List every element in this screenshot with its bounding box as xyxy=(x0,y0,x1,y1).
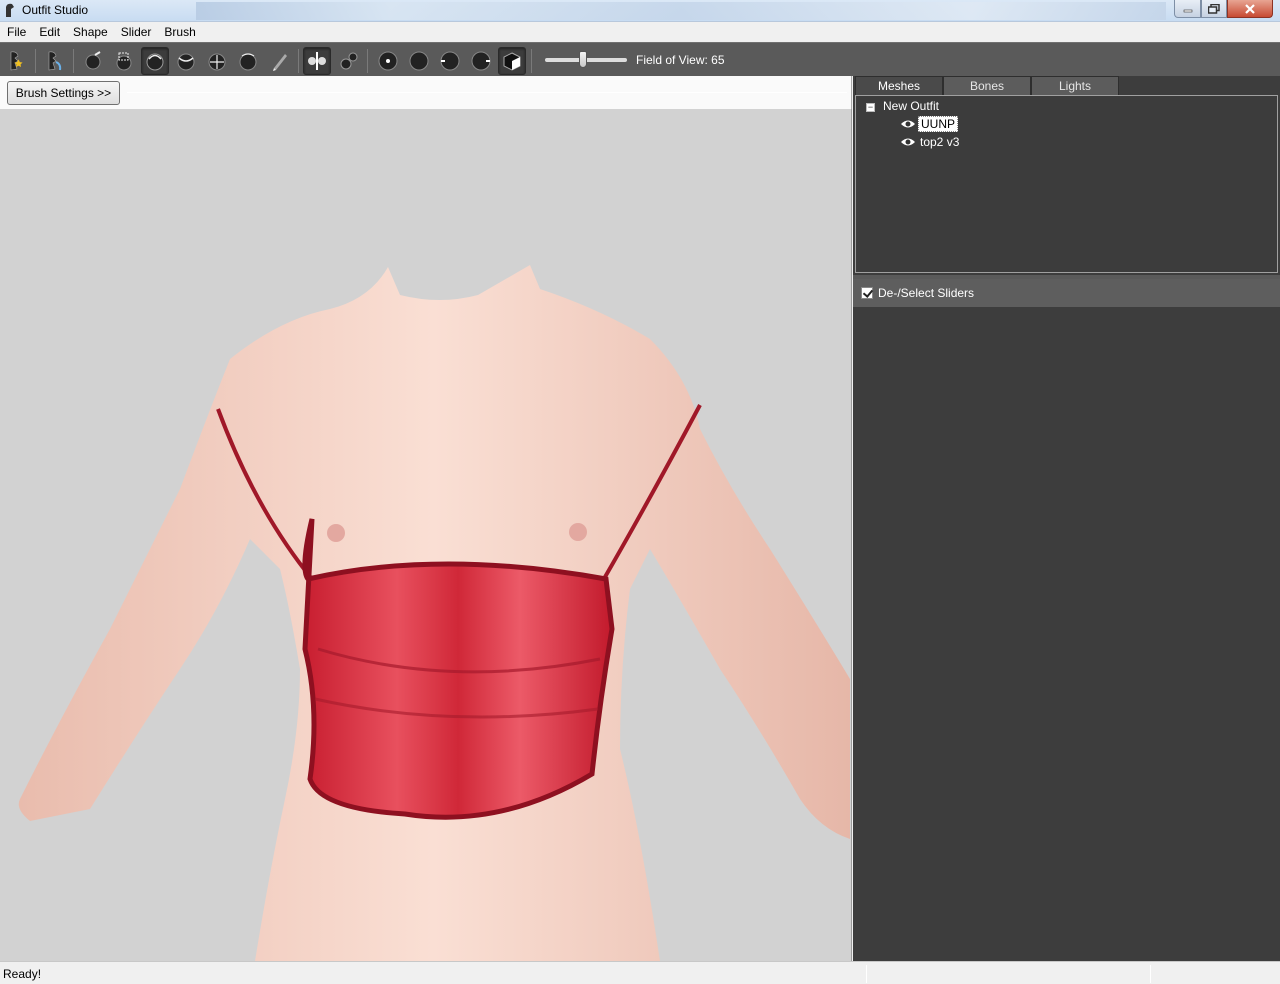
close-button[interactable] xyxy=(1227,0,1273,18)
tree-item-uunp[interactable]: UUNP xyxy=(900,116,959,132)
connected-only-button[interactable] xyxy=(335,47,363,75)
deselect-sliders-checkbox[interactable] xyxy=(861,287,873,299)
close-icon xyxy=(1245,3,1255,14)
fov-label: Field of View: 65 xyxy=(636,53,725,67)
brush-settings-button[interactable]: Brush Settings >> xyxy=(7,81,120,105)
eye-icon[interactable] xyxy=(900,136,916,148)
tree-item-top2[interactable]: top2 v3 xyxy=(900,134,961,150)
texture-view-button[interactable] xyxy=(467,47,495,75)
slider-header: De-/Select Sliders xyxy=(853,279,1280,307)
menu-bar: File Edit Shape Slider Brush xyxy=(0,22,1280,42)
mask-brush-icon xyxy=(85,51,101,70)
texture-view-icon xyxy=(471,51,491,71)
title-bar: Outfit Studio xyxy=(0,0,1280,22)
menu-slider[interactable]: Slider xyxy=(114,22,158,42)
collapse-icon[interactable]: − xyxy=(866,102,875,112)
move-brush-button[interactable] xyxy=(203,47,231,75)
brush-settings-strip: Brush Settings >> xyxy=(0,76,852,109)
weight-brush-icon xyxy=(273,54,287,71)
wireframe-view-button[interactable] xyxy=(405,47,433,75)
wireframe-view-icon xyxy=(409,51,429,71)
move-brush-icon xyxy=(208,53,226,71)
brush-settings-divider xyxy=(127,92,847,93)
transform-brush-icon xyxy=(48,51,62,71)
menu-edit[interactable]: Edit xyxy=(32,22,66,42)
mesh-label: top2 v3 xyxy=(920,135,960,149)
3d-viewport[interactable] xyxy=(0,109,852,961)
tree-root-label: New Outfit xyxy=(883,99,940,113)
transform-brush-button[interactable] xyxy=(41,47,69,75)
tab-meshes[interactable]: Meshes xyxy=(855,76,943,95)
weight-brush-button[interactable] xyxy=(266,47,294,75)
cube-view-button[interactable] xyxy=(498,47,526,75)
title-background xyxy=(196,2,1166,20)
model-render xyxy=(18,265,850,961)
panel-tabs: Meshes Bones Lights xyxy=(855,76,1119,95)
tab-bones[interactable]: Bones xyxy=(943,76,1031,95)
region-select-icon xyxy=(116,52,132,71)
tab-lights[interactable]: Lights xyxy=(1031,76,1119,95)
inflate-brush-button[interactable] xyxy=(141,47,169,75)
status-text: Ready! xyxy=(3,967,42,981)
restore-icon xyxy=(1208,3,1220,14)
deflate-brush-button[interactable] xyxy=(172,47,200,75)
minimize-icon xyxy=(1183,9,1192,12)
slider-header-label: De-/Select Sliders xyxy=(878,286,975,300)
x-mirror-icon xyxy=(308,52,326,70)
smooth-brush-button[interactable] xyxy=(234,47,262,75)
mesh-label: UUNP xyxy=(918,116,959,132)
vertex-view-icon xyxy=(378,51,398,71)
smooth-brush-icon xyxy=(239,53,257,71)
cube-view-icon xyxy=(503,52,521,71)
status-divider xyxy=(1150,965,1151,983)
lighting-view-button[interactable] xyxy=(436,47,464,75)
mesh-tree: − New Outfit UUNP top2 v3 xyxy=(855,95,1278,273)
eye-icon[interactable] xyxy=(900,118,916,130)
deflate-brush-icon xyxy=(177,53,195,71)
x-mirror-button[interactable] xyxy=(303,47,331,75)
select-brush-icon xyxy=(10,51,23,71)
fov-slider-thumb[interactable] xyxy=(579,51,587,68)
minimize-button[interactable] xyxy=(1174,0,1201,18)
menu-brush[interactable]: Brush xyxy=(157,22,201,42)
tree-root[interactable]: − New Outfit xyxy=(866,99,939,113)
status-divider xyxy=(866,965,867,983)
mask-brush-button[interactable] xyxy=(79,47,107,75)
lighting-view-icon xyxy=(440,51,460,71)
inflate-brush-icon xyxy=(146,53,164,71)
toolbar: Field of View: 65 xyxy=(0,42,1280,76)
select-brush-button[interactable] xyxy=(3,47,31,75)
status-bar: Ready! xyxy=(0,961,1280,984)
window-title: Outfit Studio xyxy=(22,3,89,17)
select-region-button[interactable] xyxy=(110,47,138,75)
menu-shape[interactable]: Shape xyxy=(66,22,114,42)
vertex-view-button[interactable] xyxy=(374,47,402,75)
menu-file[interactable]: File xyxy=(0,22,32,42)
right-panel: Meshes Bones Lights − New Outfit UUNP to… xyxy=(853,76,1280,961)
maximize-button[interactable] xyxy=(1201,0,1227,18)
connected-only-icon xyxy=(340,52,358,70)
app-icon xyxy=(6,3,14,17)
